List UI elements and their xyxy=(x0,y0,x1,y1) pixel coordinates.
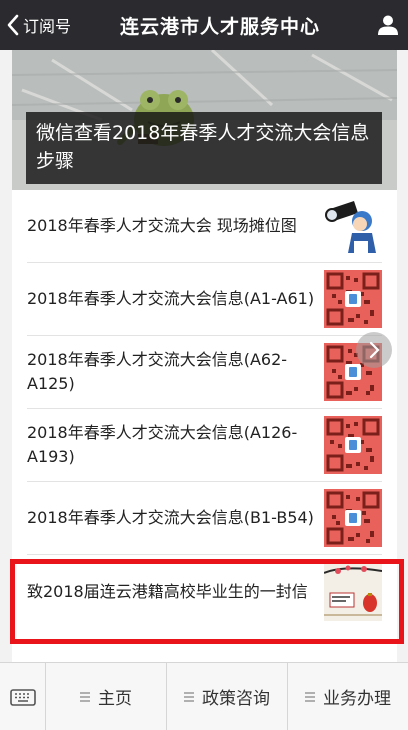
article-card: 微信查看2018年春季人才交流大会信息步骤 2018年春季人才交流大会 现场摊位… xyxy=(12,50,397,662)
keyboard-toggle-button[interactable] xyxy=(0,663,46,730)
back-label: 订阅号 xyxy=(23,17,72,36)
article-title: 2018年春季人才交流大会信息(A62-A125) xyxy=(27,350,288,393)
chevron-left-icon xyxy=(7,14,19,36)
hamburger-icon xyxy=(80,691,90,702)
menu-item-home[interactable]: 主页 xyxy=(46,663,167,730)
list-item-highlighted[interactable]: 致2018届连云港籍高校毕业生的一封信 xyxy=(27,555,382,628)
qr-code-icon xyxy=(324,489,382,547)
menu-item-label: 政策咨询 xyxy=(202,689,270,709)
keyboard-icon xyxy=(9,689,36,706)
article-thumbnail xyxy=(324,270,382,328)
list-item[interactable]: 2018年春季人才交流大会信息(A126-A193) xyxy=(27,409,382,482)
bottom-menu-bar: 主页 政策咨询 业务办理 xyxy=(0,662,408,730)
article-title: 2018年春季人才交流大会信息(A126-A193) xyxy=(27,423,298,466)
scroll-next-button[interactable] xyxy=(356,332,392,368)
list-item[interactable]: 2018年春季人才交流大会 现场摊位图 xyxy=(27,190,382,263)
article-thumbnail xyxy=(324,197,382,255)
article-title: 致2018届连云港籍高校毕业生的一封信 xyxy=(27,581,308,601)
menu-item-label: 主页 xyxy=(98,689,132,709)
app-header: 订阅号 连云港市人才服务中心 xyxy=(0,0,408,50)
letter-illustration-icon xyxy=(324,562,382,621)
profile-button[interactable] xyxy=(368,0,408,50)
article-list: 2018年春季人才交流大会 现场摊位图 2018年春季人才交流大会信息(A1-A… xyxy=(12,190,397,628)
back-button[interactable]: 订阅号 xyxy=(0,0,88,50)
page-title: 连云港市人才服务中心 xyxy=(119,15,320,38)
list-item[interactable]: 2018年春季人才交流大会信息(A1-A61) xyxy=(27,263,382,336)
telescope-cartoon-icon xyxy=(324,197,382,255)
hamburger-icon xyxy=(305,691,315,702)
person-icon xyxy=(378,15,398,35)
menu-item-services[interactable]: 业务办理 xyxy=(288,663,408,730)
qr-code-icon xyxy=(324,270,382,328)
chevron-right-icon xyxy=(369,341,380,359)
hamburger-icon xyxy=(184,691,194,702)
list-item[interactable]: 2018年春季人才交流大会信息(A62-A125) xyxy=(27,336,382,409)
article-thumbnail xyxy=(324,489,382,547)
menu-item-label: 业务办理 xyxy=(323,689,391,709)
article-thumbnail xyxy=(324,562,382,621)
article-thumbnail xyxy=(324,416,382,474)
menu-item-policy[interactable]: 政策咨询 xyxy=(167,663,288,730)
hero-caption: 微信查看2018年春季人才交流大会信息步骤 xyxy=(26,112,382,184)
list-item[interactable]: 2018年春季人才交流大会信息(B1-B54) xyxy=(27,482,382,555)
hero-article[interactable]: 微信查看2018年春季人才交流大会信息步骤 xyxy=(12,50,397,190)
qr-code-icon xyxy=(324,416,382,474)
article-title: 2018年春季人才交流大会信息(A1-A61) xyxy=(27,289,315,308)
article-title: 2018年春季人才交流大会 现场摊位图 xyxy=(27,216,297,235)
article-title: 2018年春季人才交流大会信息(B1-B54) xyxy=(27,508,314,527)
